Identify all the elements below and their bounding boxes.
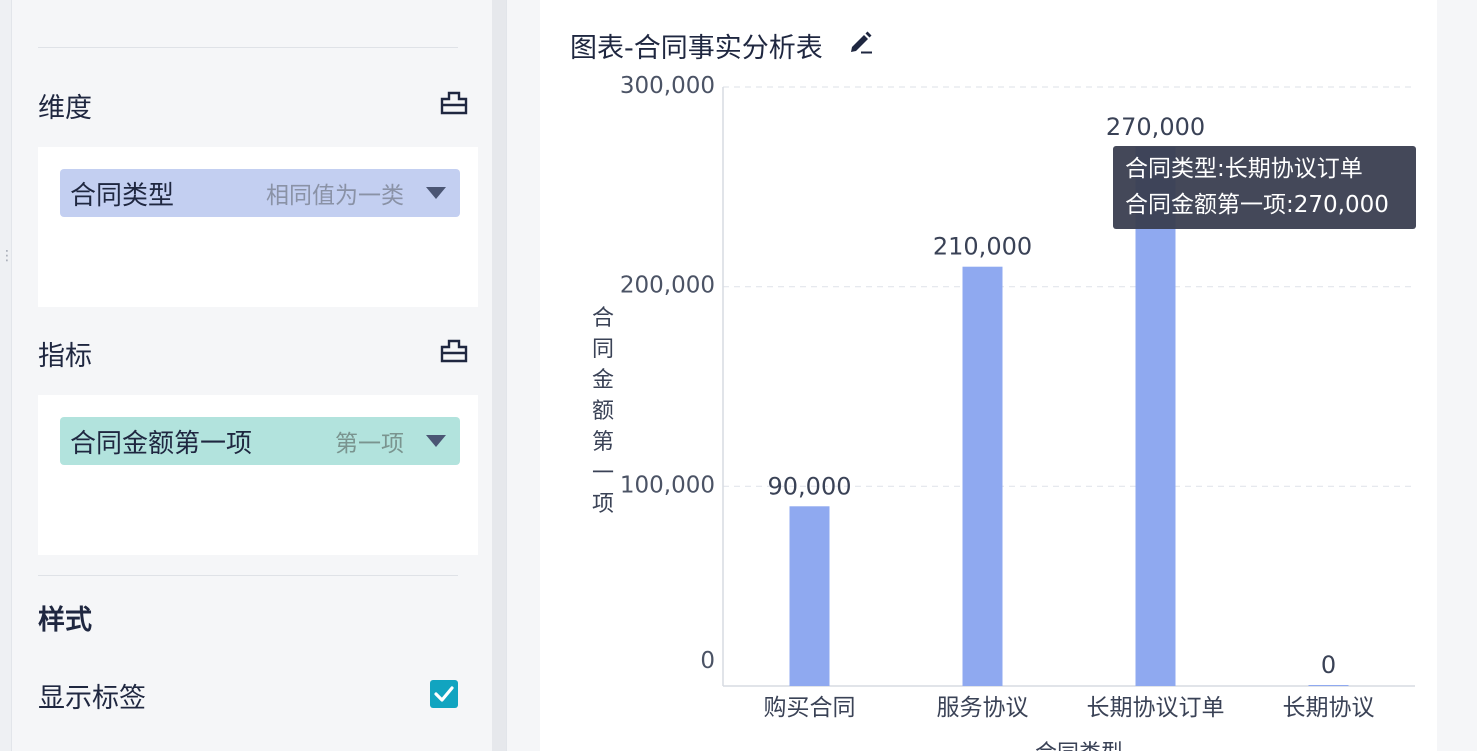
dimension-drop-zone[interactable]: 合同类型 相同值为一类 (38, 147, 478, 307)
x-category-label: 长期协议 (1283, 695, 1375, 721)
x-category-label: 长期协议订单 (1087, 695, 1225, 721)
x-axis-title: 合同类型 (1035, 741, 1123, 751)
y-axis-title-char: 第 (592, 430, 614, 455)
measure-field-hint: 第一项 (335, 431, 404, 457)
dimension-field-name: 合同类型 (70, 180, 175, 211)
dimension-field-pill[interactable]: 合同类型 相同值为一类 (60, 169, 460, 217)
measure-field-pill[interactable]: 合同金额第一项 第一项 (60, 417, 460, 465)
chart-bar (789, 506, 830, 686)
settings-icon[interactable] (440, 90, 468, 116)
show-labels-label: 显示标签 (38, 683, 146, 714)
config-panel: 维度 合同类型 相同值为一类 指标 合同金额第一项 第一项 样式 显示标签 (12, 0, 492, 751)
divider (38, 575, 458, 576)
bar-data-label: 210,000 (933, 233, 1032, 261)
tooltip-line-2: 合同金额第一项:270,000 (1125, 192, 1389, 218)
tooltip-line-1: 合同类型:长期协议订单 (1125, 156, 1363, 182)
dimension-field-hint: 相同值为一类 (266, 183, 404, 209)
y-axis-title-char: 项 (592, 492, 614, 517)
y-tick-label: 100,000 (620, 472, 715, 498)
style-title: 样式 (38, 605, 92, 636)
bar-data-label: 90,000 (768, 472, 852, 500)
measure-title: 指标 (38, 341, 92, 372)
right-gutter (1437, 0, 1477, 751)
y-axis-title-char: 一 (592, 461, 614, 486)
show-labels-checkbox[interactable] (430, 680, 458, 708)
y-axis-title-char: 额 (592, 399, 614, 424)
measure-drop-zone[interactable]: 合同金额第一项 第一项 (38, 395, 478, 555)
panel-gap (506, 0, 540, 751)
bar-data-label: 0 (1321, 651, 1336, 679)
y-tick-label: 200,000 (620, 273, 715, 299)
y-axis-title-char: 同 (592, 337, 614, 362)
measure-field-name: 合同金额第一项 (70, 428, 253, 459)
panel-scrollbar[interactable] (492, 0, 506, 751)
divider (38, 47, 458, 48)
y-axis-title-char: 金 (592, 368, 614, 393)
drag-handle-icon[interactable]: ⋮ (0, 249, 14, 278)
y-tick-label: 0 (700, 648, 715, 674)
bar-chart: 0 100,000 200,000 300,000 90,000 购买合同 210,000 服… (592, 73, 1415, 751)
chart-bar (962, 266, 1003, 686)
y-axis-title-char: 合 (592, 306, 614, 331)
bar-data-label: 270,000 (1106, 113, 1205, 141)
chevron-down-icon[interactable] (426, 435, 446, 447)
x-category-label: 服务协议 (937, 695, 1029, 721)
settings-icon[interactable] (440, 338, 468, 364)
checkbox-check-icon (434, 686, 454, 702)
x-category-label: 购买合同 (764, 695, 856, 721)
dimension-title: 维度 (38, 93, 92, 124)
chart-card: 图表-合同事实分析表 0 100,000 200,000 300,000 90,000 购… (540, 0, 1437, 751)
chart-bar (1308, 685, 1349, 686)
chart-tooltip: 合同类型:长期协议订单 合同金额第一项:270,000 (1113, 146, 1416, 229)
y-tick-label: 300,000 (620, 73, 715, 99)
left-collapse-strip[interactable]: ⋮ (0, 0, 14, 751)
chevron-down-icon[interactable] (426, 187, 446, 199)
